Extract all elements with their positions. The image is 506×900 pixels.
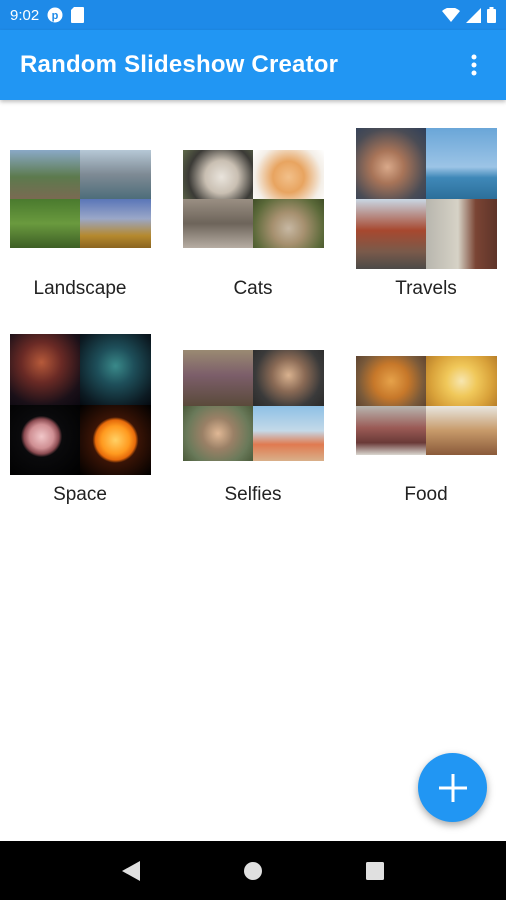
album-tile-food[interactable]: Food xyxy=(346,356,506,524)
more-options-button[interactable] xyxy=(462,45,486,85)
album-thumbnail xyxy=(9,334,151,475)
home-icon xyxy=(244,861,262,880)
album-tile-cats[interactable]: Cats xyxy=(173,150,333,350)
app-title: Random Slideshow Creator xyxy=(20,51,339,78)
more-vert-icon xyxy=(471,54,477,76)
album-tile-travels[interactable]: Travels xyxy=(346,128,506,350)
album-tile-landscape[interactable]: Landscape xyxy=(0,150,160,350)
album-thumbnail xyxy=(355,356,497,455)
svg-text:p: p xyxy=(52,10,59,22)
album-label: Food xyxy=(404,484,448,505)
album-thumbnail xyxy=(355,128,497,269)
album-thumbnail xyxy=(9,150,151,248)
app-bar: Random Slideshow Creator xyxy=(0,30,506,100)
album-label: Travels xyxy=(395,278,457,299)
album-label: Landscape xyxy=(33,278,127,299)
recents-button[interactable] xyxy=(355,851,395,891)
sd-card-icon xyxy=(71,7,85,23)
navigation-bar xyxy=(0,841,506,900)
plus-icon xyxy=(438,773,467,802)
wifi-icon xyxy=(442,8,460,22)
podcast-icon: p xyxy=(47,7,63,23)
status-bar: 9:02 p xyxy=(0,0,506,30)
battery-icon xyxy=(487,7,496,23)
recents-icon xyxy=(366,861,384,880)
album-thumbnail xyxy=(182,150,324,248)
back-icon xyxy=(122,860,140,881)
signal-icon xyxy=(466,7,481,23)
home-button[interactable] xyxy=(233,851,273,891)
back-button[interactable] xyxy=(111,851,151,891)
add-slideshow-button[interactable] xyxy=(418,753,487,822)
status-time: 9:02 xyxy=(10,6,40,24)
album-label: Cats xyxy=(233,278,273,299)
album-label: Space xyxy=(53,484,107,505)
album-tile-selfies[interactable]: Selfies xyxy=(173,350,333,524)
album-tile-space[interactable]: Space xyxy=(0,334,160,524)
album-thumbnail xyxy=(182,350,324,461)
album-label: Selfies xyxy=(224,484,282,505)
